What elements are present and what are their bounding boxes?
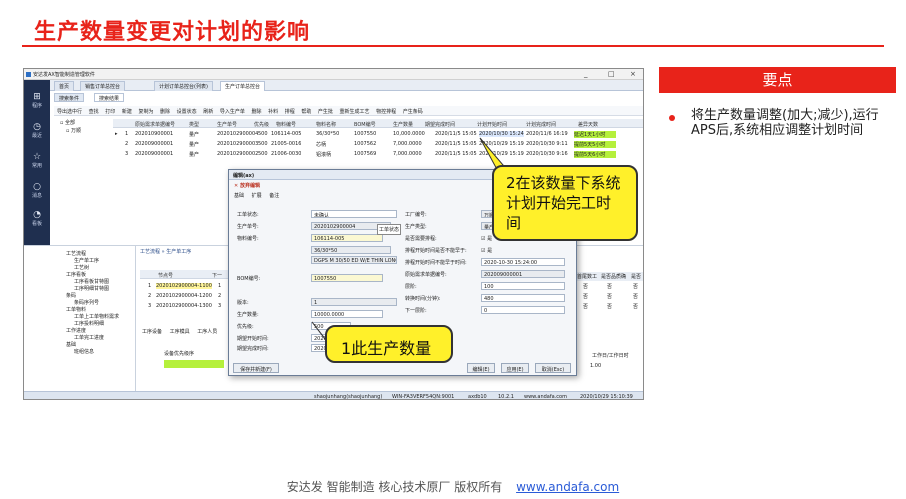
footer: 安达发 智能制造 核心技术原厂 版权所有 www.andafa.com: [0, 478, 906, 495]
key-point-text: 将生产数量调整(加大;减少),运行APS后,系统相应调整计划时间: [691, 108, 879, 138]
callout-schedule-time: 2在该数量下系统计划开始完工时间: [492, 165, 638, 241]
bullet-icon: [669, 112, 679, 122]
callout-quantity: 1此生产数量: [325, 325, 453, 363]
slide: { "slide": { "title": "生产数量变更对计划的影响", "p…: [0, 0, 906, 499]
footer-text: 安达发 智能制造 核心技术原厂 版权所有: [286, 480, 503, 494]
footer-link[interactable]: www.andafa.com: [516, 480, 619, 494]
key-points-header: 要点: [659, 67, 896, 93]
